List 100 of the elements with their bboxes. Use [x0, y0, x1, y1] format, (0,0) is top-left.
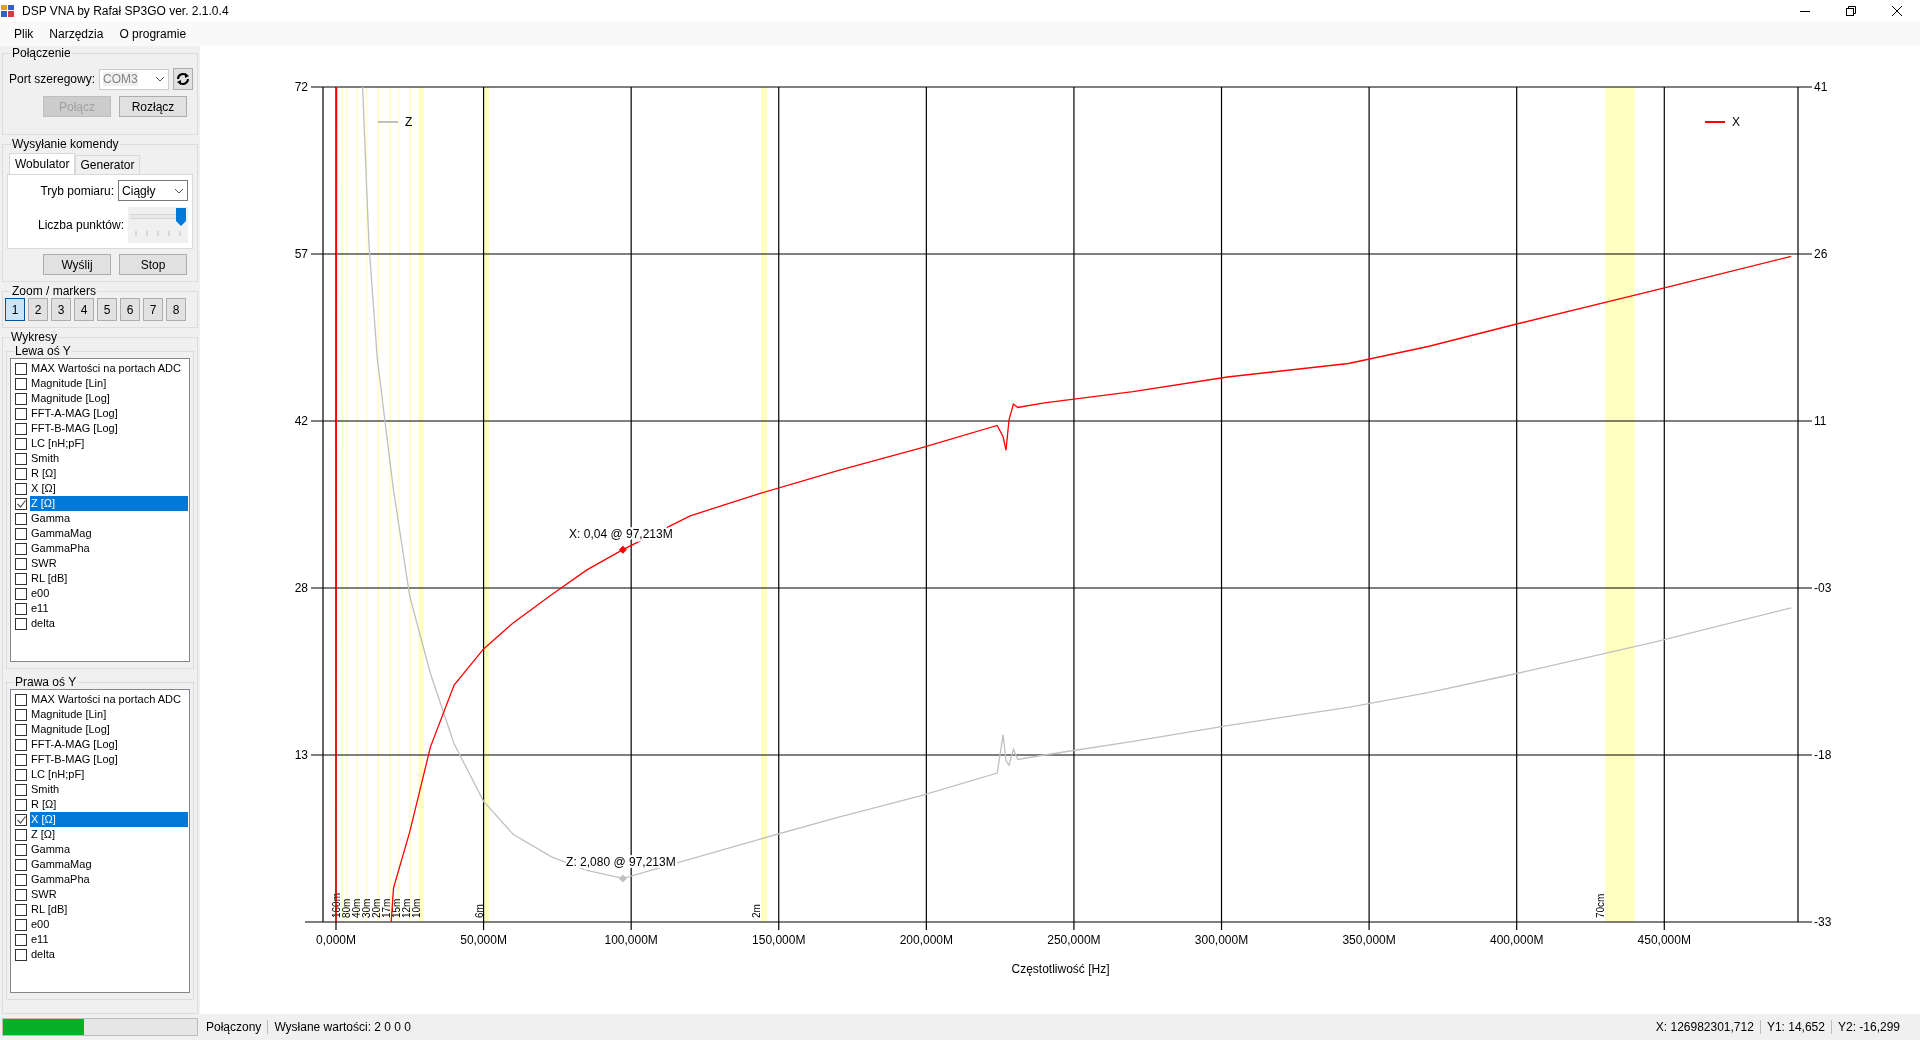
checkbox[interactable] — [15, 512, 27, 525]
list-item[interactable]: SWR — [30, 556, 189, 571]
list-item[interactable]: e11 — [30, 601, 189, 616]
list-item[interactable]: Smith — [30, 782, 189, 797]
list-item[interactable]: Magnitude [Log] — [30, 722, 189, 737]
axis-tick-label: 72 — [294, 80, 309, 94]
axis-tick-label: 41 — [1814, 80, 1828, 94]
tab[interactable]: Wobulator — [9, 153, 76, 174]
checkbox[interactable] — [15, 437, 27, 450]
zoom-button[interactable]: 7 — [143, 298, 163, 321]
checkbox[interactable] — [15, 557, 27, 570]
checkbox[interactable] — [15, 407, 27, 420]
list-item[interactable]: FFT-B-MAG [Log] — [30, 421, 189, 436]
checkbox[interactable] — [15, 768, 27, 781]
list-item[interactable]: SWR — [30, 887, 189, 902]
checkbox[interactable] — [15, 587, 27, 600]
list-item[interactable]: LC [nH;pF] — [30, 767, 189, 782]
checkbox[interactable] — [15, 482, 27, 495]
slider-track[interactable] — [130, 207, 187, 227]
axis-tick-label: 250,000M — [1047, 933, 1101, 947]
checkbox[interactable] — [15, 602, 27, 615]
checkbox[interactable] — [15, 858, 27, 871]
list-item[interactable]: RL [dB] — [30, 571, 189, 586]
list-item[interactable]: Magnitude [Lin] — [30, 707, 189, 722]
list-item[interactable]: X [Ω] — [30, 812, 189, 827]
checkbox[interactable] — [15, 452, 27, 465]
list-item[interactable]: Smith — [30, 451, 189, 466]
list-item[interactable]: Gamma — [30, 842, 189, 857]
zoom-button[interactable]: 2 — [28, 298, 48, 321]
list-item[interactable]: R [Ω] — [30, 466, 189, 481]
list-item[interactable]: delta — [30, 947, 189, 962]
zoom-button[interactable]: 6 — [120, 298, 140, 321]
list-item[interactable]: e00 — [30, 586, 189, 601]
checkbox[interactable] — [15, 362, 27, 375]
checkbox[interactable] — [15, 422, 27, 435]
axis-tick-label: 57 — [294, 247, 309, 261]
zoom-button[interactable]: 5 — [97, 298, 117, 321]
checkbox[interactable] — [15, 903, 27, 916]
button[interactable]: Rozłącz — [119, 96, 187, 117]
list-item[interactable]: Z [Ω] — [30, 827, 189, 842]
checkbox[interactable] — [15, 527, 27, 540]
checkbox[interactable] — [15, 542, 27, 555]
list-item[interactable]: FFT-A-MAG [Log] — [30, 406, 189, 421]
checkbox[interactable] — [15, 798, 27, 811]
menu-item[interactable]: Plik — [6, 27, 42, 41]
field-label: Liczba punktów: — [38, 218, 125, 232]
list-item[interactable]: Magnitude [Lin] — [30, 376, 189, 391]
list-item[interactable]: FFT-A-MAG [Log] — [30, 737, 189, 752]
button[interactable]: Stop — [119, 254, 187, 275]
zoom-button[interactable]: 8 — [166, 298, 186, 321]
list-item[interactable]: delta — [30, 616, 189, 631]
axis-tick-label: -18 — [1814, 748, 1832, 762]
checkbox[interactable] — [15, 392, 27, 405]
list-item[interactable]: FFT-B-MAG [Log] — [30, 752, 189, 767]
button[interactable]: Wyślij — [43, 254, 111, 275]
checkbox[interactable] — [15, 708, 27, 721]
axis-tick-label: 26 — [1814, 247, 1828, 261]
checkbox[interactable] — [15, 873, 27, 886]
checkbox[interactable] — [15, 783, 27, 796]
list-item[interactable]: GammaMag — [30, 857, 189, 872]
menu-item[interactable]: Narzędzia — [41, 27, 112, 41]
list-item[interactable]: MAX Wartości na portach ADC — [30, 692, 189, 707]
list-item[interactable]: GammaPha — [30, 872, 189, 887]
slider-thumb[interactable] — [176, 208, 187, 226]
list-item[interactable]: Gamma — [30, 511, 189, 526]
zoom-button[interactable]: 3 — [51, 298, 71, 321]
zoom-button[interactable]: 4 — [74, 298, 94, 321]
slider[interactable] — [128, 207, 189, 243]
checkbox[interactable] — [15, 617, 27, 630]
checkbox[interactable] — [15, 693, 27, 706]
checkbox[interactable] — [15, 572, 27, 585]
checkbox[interactable] — [15, 813, 27, 826]
list-item[interactable]: MAX Wartości na portach ADC — [30, 361, 189, 376]
list-item[interactable]: LC [nH;pF] — [30, 436, 189, 451]
list-item[interactable]: GammaMag — [30, 526, 189, 541]
list-item[interactable]: X [Ω] — [30, 481, 189, 496]
refresh-button[interactable] — [173, 68, 194, 90]
list-item[interactable]: e11 — [30, 932, 189, 947]
combo-box[interactable]: Ciągły — [118, 180, 189, 201]
checkbox[interactable] — [15, 948, 27, 961]
list-item[interactable]: R [Ω] — [30, 797, 189, 812]
list-item[interactable]: RL [dB] — [30, 902, 189, 917]
list-item[interactable]: Magnitude [Log] — [30, 391, 189, 406]
checkbox[interactable] — [15, 843, 27, 856]
checkbox[interactable] — [15, 933, 27, 946]
checkbox[interactable] — [15, 918, 27, 931]
checkbox[interactable] — [15, 738, 27, 751]
list-item[interactable]: e00 — [30, 917, 189, 932]
list-item[interactable]: GammaPha — [30, 541, 189, 556]
zoom-button[interactable]: 1 — [5, 298, 25, 321]
checkbox[interactable] — [15, 723, 27, 736]
checkbox[interactable] — [15, 888, 27, 901]
tab[interactable]: Generator — [75, 155, 140, 174]
checkbox[interactable] — [15, 467, 27, 480]
checkbox[interactable] — [15, 753, 27, 766]
checkbox[interactable] — [15, 828, 27, 841]
list-item[interactable]: Z [Ω] — [30, 496, 189, 511]
checkbox[interactable] — [15, 497, 27, 510]
checkbox[interactable] — [15, 377, 27, 390]
menu-item[interactable]: O programie — [111, 27, 195, 41]
